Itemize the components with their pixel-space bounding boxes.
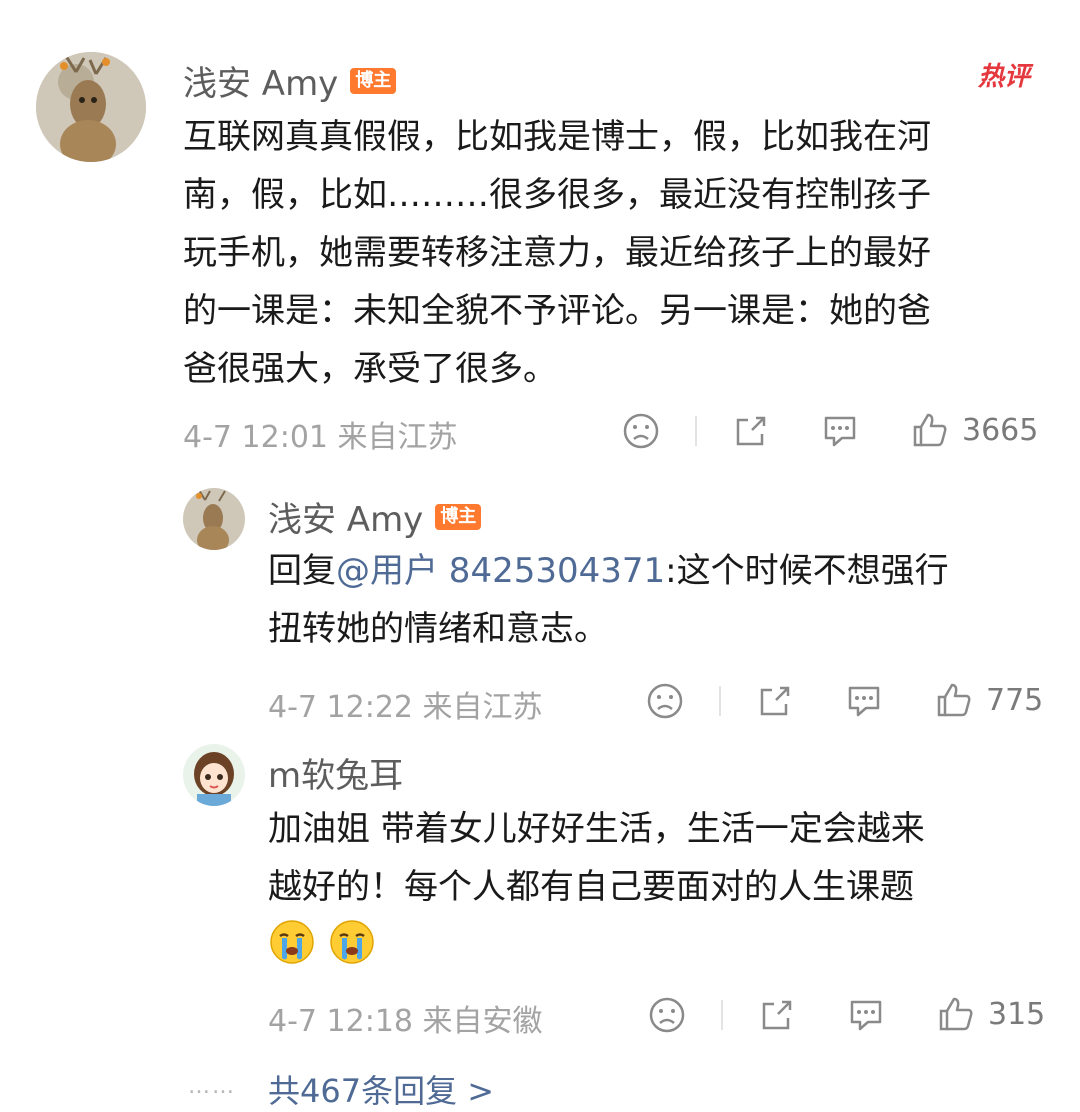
- sad-face-icon: [649, 997, 685, 1033]
- reply-line-rest: :这个时候不想强行: [665, 551, 949, 591]
- comment-author[interactable]: 浅安 Amy 博主: [183, 56, 397, 105]
- view-all-replies-link[interactable]: 共467条回复 >: [268, 1066, 494, 1112]
- reply-button[interactable]: [844, 682, 884, 720]
- username[interactable]: 浅安 Amy: [268, 492, 423, 541]
- like-button[interactable]: 775: [934, 680, 1043, 720]
- comment-icon: [850, 1000, 882, 1031]
- username[interactable]: 浅安 Amy: [183, 56, 338, 105]
- divider: [719, 686, 721, 716]
- comment-line: 玩手机，她需要转移注意力，最近给孩子上的最好: [183, 233, 931, 273]
- blogger-badge: 博主: [435, 503, 482, 530]
- share-icon: [760, 686, 790, 716]
- avatar[interactable]: [183, 488, 245, 550]
- avatar[interactable]: [36, 52, 146, 162]
- comment-icon: [824, 416, 856, 447]
- reply-button[interactable]: [820, 412, 860, 450]
- emoji-row: [268, 918, 376, 966]
- reply-meta: 4-7 12:22 来自江苏: [268, 690, 543, 725]
- like-count: 3665: [962, 412, 1039, 448]
- share-icon: [736, 416, 766, 446]
- like-button[interactable]: 315: [936, 994, 1045, 1034]
- share-button[interactable]: [756, 682, 794, 720]
- like-count: 315: [988, 996, 1046, 1032]
- thumbs-up-icon: [937, 683, 971, 717]
- reply-prefix: 回复: [268, 551, 336, 591]
- reply-line: 越好的！每个人都有自己要面对的人生课题: [268, 867, 914, 907]
- comment-line: 爸很强大，承受了很多。: [183, 349, 557, 389]
- user-mention-link[interactable]: @用户 8425304371: [336, 551, 665, 591]
- reply-author[interactable]: 浅安 Amy 博主: [268, 492, 482, 541]
- reply-text: 回复@用户 8425304371:这个时候不想强行 扭转她的情绪和意志。: [268, 542, 1048, 658]
- crying-face-emoji: [270, 920, 314, 964]
- share-button[interactable]: [732, 412, 770, 450]
- reply-line: 加油姐 带着女儿好好生活，生活一定会越来: [268, 809, 925, 849]
- comment-icon: [848, 686, 880, 717]
- reply-meta: 4-7 12:18 来自安徽: [268, 1004, 543, 1039]
- comment-meta: 4-7 12:01 来自江苏: [183, 420, 458, 455]
- like-button[interactable]: 3665: [910, 410, 1038, 450]
- comment-text: 互联网真真假假，比如我是博士，假，比如我在河 南，假，比如………很多很多，最近没…: [183, 108, 1053, 398]
- crying-face-emoji: [330, 920, 374, 964]
- anime-girl-avatar-image: [183, 744, 245, 806]
- divider: [721, 1000, 723, 1030]
- more-dots: ……: [188, 1074, 236, 1099]
- thumbs-up-icon: [913, 413, 947, 447]
- reply-text: 加油姐 带着女儿好好生活，生活一定会越来 越好的！每个人都有自己要面对的人生课题: [268, 800, 1048, 916]
- dislike-button[interactable]: [646, 682, 684, 720]
- comment-line: 互联网真真假假，比如我是博士，假，比如我在河: [183, 117, 931, 157]
- dislike-button[interactable]: [648, 996, 686, 1034]
- reply-author[interactable]: m软兔耳: [268, 748, 403, 797]
- deer-avatar-image: [36, 52, 146, 162]
- like-count: 775: [986, 682, 1044, 718]
- share-icon: [762, 1000, 792, 1030]
- reply-button[interactable]: [846, 996, 886, 1034]
- divider: [695, 416, 697, 446]
- dislike-button[interactable]: [622, 412, 660, 450]
- reply-line: 回复@用户 8425304371:这个时候不想强行: [268, 542, 1048, 600]
- comment-line: 的一课是：未知全貌不予评论。另一课是：她的爸: [183, 291, 931, 331]
- avatar[interactable]: [183, 744, 245, 806]
- share-button[interactable]: [758, 996, 796, 1034]
- hot-comment-label: 热评: [978, 62, 1031, 92]
- sad-face-icon: [647, 683, 683, 719]
- deer-avatar-image: [183, 488, 245, 550]
- comment-line: 南，假，比如………很多很多，最近没有控制孩子: [183, 175, 931, 215]
- reply-line: 扭转她的情绪和意志。: [268, 609, 608, 649]
- username[interactable]: m软兔耳: [268, 748, 403, 797]
- blogger-badge: 博主: [350, 67, 397, 94]
- sad-face-icon: [623, 413, 659, 449]
- thumbs-up-icon: [939, 997, 973, 1031]
